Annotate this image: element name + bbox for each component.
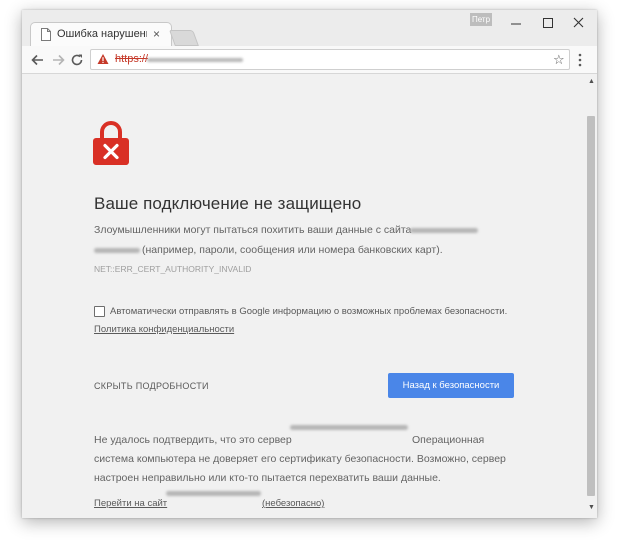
page-icon: [41, 28, 51, 41]
details-text-line-end: Операционная: [412, 434, 485, 446]
details-text-line: система компьютера не доверяет его серти…: [94, 453, 506, 465]
browser-tab[interactable]: Ошибка нарушения ко ×: [30, 22, 172, 46]
toolbar: https:// ☆: [22, 46, 597, 74]
proceed-unsafe-link[interactable]: Перейти на сайт: [94, 498, 167, 509]
new-tab-button[interactable]: [169, 30, 199, 46]
bookmark-star-icon[interactable]: ☆: [553, 52, 565, 68]
close-icon[interactable]: [569, 15, 589, 31]
report-checkbox-label[interactable]: Автоматически отправлять в Google информ…: [110, 306, 507, 317]
title-bar: Ошибка нарушения ко × Петр: [22, 10, 597, 46]
tab-title: Ошибка нарушения ко: [57, 28, 147, 40]
forward-arrow-icon[interactable]: [50, 52, 66, 68]
blurred-domain: [166, 491, 261, 496]
tab-close-icon[interactable]: ×: [153, 27, 160, 41]
blurred-url: [147, 58, 243, 62]
error-page: Ваше подключение не защищено Злоумышленн…: [22, 74, 585, 518]
address-bar[interactable]: https:// ☆: [90, 49, 570, 70]
minimize-icon[interactable]: [506, 15, 526, 31]
details-text-line: настроен неправильно или кто-то пытается…: [94, 472, 441, 484]
hide-details-button[interactable]: СКРЫТЬ ПОДРОБНОСТИ: [94, 381, 209, 391]
scrollbar[interactable]: ▲ ▼: [585, 74, 597, 518]
maximize-icon[interactable]: [538, 15, 558, 31]
blurred-domain: [94, 248, 140, 253]
back-to-safety-button[interactable]: Назад к безопасности: [388, 373, 514, 398]
privacy-policy-link[interactable]: Политика конфиденциальности: [94, 324, 234, 335]
description-text: Злоумышленники могут пытаться похитить в…: [94, 224, 412, 236]
back-arrow-icon[interactable]: [30, 52, 46, 68]
url-scheme: https://: [115, 53, 149, 65]
proceed-unsafe-link-end[interactable]: (небезопасно): [262, 498, 324, 509]
error-code: NET::ERR_CERT_AUTHORITY_INVALID: [94, 264, 252, 274]
lock-error-icon: [93, 121, 129, 165]
profile-button[interactable]: Петр: [470, 13, 492, 26]
scrollbar-thumb[interactable]: [587, 116, 595, 496]
blurred-domain: [290, 425, 408, 430]
scroll-up-icon[interactable]: ▲: [588, 78, 595, 85]
page-title: Ваше подключение не защищено: [94, 194, 362, 213]
details-text-line: Не удалось подтвердить, что это сервер: [94, 434, 292, 446]
blurred-domain: [410, 228, 478, 233]
scroll-down-icon[interactable]: ▼: [588, 504, 595, 511]
reload-icon[interactable]: [69, 52, 85, 68]
browser-window: Ошибка нарушения ко × Петр: [22, 10, 597, 518]
menu-dots-icon[interactable]: [578, 52, 582, 68]
warning-triangle-icon: [97, 54, 109, 64]
report-checkbox[interactable]: [94, 306, 105, 317]
description-text-continued: (например, пароли, сообщения или номера …: [142, 244, 443, 256]
